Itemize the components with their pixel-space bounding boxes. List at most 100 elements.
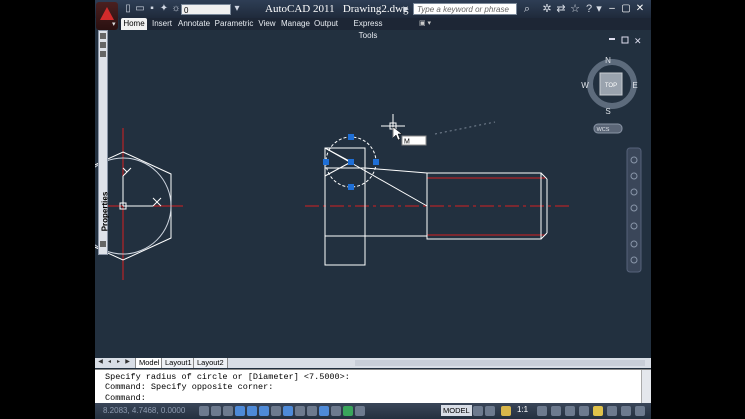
transparency-icon[interactable] <box>307 406 317 416</box>
tab-manage[interactable]: Manage <box>281 18 310 30</box>
viewcube-face-label: TOP <box>605 83 617 89</box>
auto-scale-icon[interactable] <box>551 406 561 416</box>
grip-bottom[interactable] <box>348 184 354 190</box>
command-window[interactable]: Specify radius of circle or [Diameter] <… <box>95 369 651 404</box>
tab-insert[interactable]: Insert <box>150 18 174 30</box>
command-history-line: Command: Specify opposite corner: <box>105 382 274 392</box>
dynamic-input-value: M <box>404 139 410 146</box>
grip-top[interactable] <box>348 134 354 140</box>
lock-icon[interactable] <box>579 406 589 416</box>
chevron-right-icon[interactable]: ▸ <box>400 3 412 15</box>
first-layout-arrow-icon[interactable]: ◀ <box>97 359 104 366</box>
next-layout-arrow-icon[interactable]: ▸ <box>115 359 122 366</box>
selection-cycling-icon[interactable] <box>331 406 341 416</box>
subscription-icon[interactable]: ⇄ <box>555 3 567 15</box>
save-icon[interactable]: ▪ <box>147 4 157 14</box>
layout-tab-model[interactable]: Model <box>135 358 164 368</box>
ducs-icon[interactable] <box>271 406 281 416</box>
layer-dropdown[interactable]: 0 <box>181 4 231 15</box>
coordinate-readout[interactable]: 8.2083, 4.7468, 0.0000 <box>103 406 185 415</box>
ucs-y-mark-a <box>122 167 128 173</box>
palette-close-icon[interactable] <box>100 33 106 39</box>
application-menu-button[interactable]: ▾ <box>96 2 118 30</box>
sun-icon[interactable]: ☼ <box>171 4 181 14</box>
autocad-logo-icon <box>100 7 114 20</box>
annotation-scale-icon[interactable] <box>501 406 511 416</box>
ucs-icon <box>119 167 162 210</box>
tab-annotate[interactable]: Annotate <box>178 18 210 30</box>
tab-express-tools[interactable]: Express Tools <box>345 18 391 40</box>
ribbon-tab-bar: Home Insert Annotate Parametric View Man… <box>119 18 651 40</box>
navigation-bar[interactable] <box>626 147 642 273</box>
compass-north[interactable]: N <box>605 56 611 65</box>
maximize-button[interactable]: ▢ <box>619 2 633 15</box>
infer-constraints-icon[interactable] <box>355 406 365 416</box>
snap-icon[interactable] <box>199 406 209 416</box>
lineweight-icon[interactable] <box>295 406 305 416</box>
drawing-canvas[interactable]: ✕ TOP N S E W WCS M <box>95 30 651 358</box>
binoculars-icon[interactable]: ⌕ <box>521 3 533 15</box>
chevron-down-icon[interactable]: ▾ <box>232 4 242 14</box>
close-button[interactable]: ✕ <box>633 2 647 15</box>
open-icon[interactable]: ▭ <box>135 4 145 14</box>
grid-icon[interactable] <box>211 406 221 416</box>
tab-parametric[interactable]: Parametric <box>214 18 254 30</box>
properties-palette-strip[interactable]: Properties <box>98 30 110 255</box>
viewcube[interactable]: TOP N S E W WCS <box>581 56 638 134</box>
grip-left[interactable] <box>323 159 329 165</box>
layout-tab-layout1[interactable]: Layout1 <box>161 358 196 368</box>
selected-circle[interactable] <box>323 134 379 190</box>
viewport-controls[interactable]: ✕ <box>609 36 642 46</box>
star-icon[interactable]: ☆ <box>569 3 581 15</box>
command-prompt[interactable]: Command: <box>105 393 146 403</box>
grip-right[interactable] <box>373 159 379 165</box>
quick-view-layouts-icon[interactable] <box>473 406 483 416</box>
quick-view-drawings-icon[interactable] <box>485 406 495 416</box>
ortho-icon[interactable] <box>223 406 233 416</box>
workspace-switching-icon[interactable] <box>565 406 575 416</box>
tab-output[interactable]: Output <box>313 18 339 30</box>
layout-tab-layout2[interactable]: Layout2 <box>193 358 228 368</box>
palette-bottom-icon[interactable] <box>100 241 106 247</box>
model-space-button[interactable]: MODEL <box>441 405 472 416</box>
osnap-icon[interactable] <box>247 406 257 416</box>
polar-icon[interactable] <box>235 406 245 416</box>
isolate-objects-icon[interactable] <box>607 406 617 416</box>
grip-center[interactable] <box>348 159 354 165</box>
help-dropdown-icon[interactable]: ▾ <box>593 3 605 15</box>
palette-menu-icon[interactable] <box>100 51 106 57</box>
viewport-restore-icon[interactable] <box>621 36 629 44</box>
ribbon-minimize-icon[interactable]: ▣ ▾ <box>419 19 431 27</box>
prev-layout-arrow-icon[interactable]: ◂ <box>106 359 113 366</box>
minimize-button[interactable]: – <box>605 2 619 15</box>
otrack-icon[interactable] <box>259 406 269 416</box>
tools-icon[interactable]: ✲ <box>541 3 553 15</box>
new-icon[interactable]: ▯ <box>123 4 133 14</box>
search-input[interactable]: Type a keyword or phrase <box>413 3 517 15</box>
tab-view[interactable]: View <box>257 18 277 30</box>
command-history-line: Specify radius of circle or [Diameter] <… <box>105 372 350 382</box>
crosshair-cursor: M <box>381 114 496 146</box>
status-menu-icon[interactable] <box>621 406 631 416</box>
compass-south[interactable]: S <box>605 107 610 116</box>
last-layout-arrow-icon[interactable]: ▶ <box>124 359 131 366</box>
compass-west[interactable]: W <box>581 81 589 90</box>
annotation-visibility-icon[interactable] <box>537 406 547 416</box>
dyn-icon[interactable] <box>283 406 293 416</box>
viewport-minimize-icon[interactable] <box>609 38 615 40</box>
lightbulb-icon[interactable]: ✦ <box>159 4 169 14</box>
hardware-acceleration-icon[interactable] <box>593 406 603 416</box>
quick-properties-icon[interactable] <box>319 406 329 416</box>
dynamic-input-tracking <box>434 121 496 135</box>
annotation-scale-value[interactable]: 1:1 <box>517 405 528 414</box>
clean-screen-icon[interactable] <box>635 406 645 416</box>
horizontal-scrollbar[interactable] <box>355 360 645 366</box>
command-scrollbar[interactable] <box>641 370 651 404</box>
viewport-close-icon[interactable]: ✕ <box>634 36 642 46</box>
tab-home[interactable]: Home <box>121 18 147 30</box>
annotation-monitor-icon[interactable] <box>343 406 353 416</box>
compass-east[interactable]: E <box>632 81 637 90</box>
app-title: AutoCAD 2011 <box>265 3 335 15</box>
palette-autohide-icon[interactable] <box>100 42 106 48</box>
title-bar: ▯ ▭ ▪ ✦ ☼ 0 ▾ AutoCAD 2011 Drawing2.dwg … <box>95 0 651 18</box>
